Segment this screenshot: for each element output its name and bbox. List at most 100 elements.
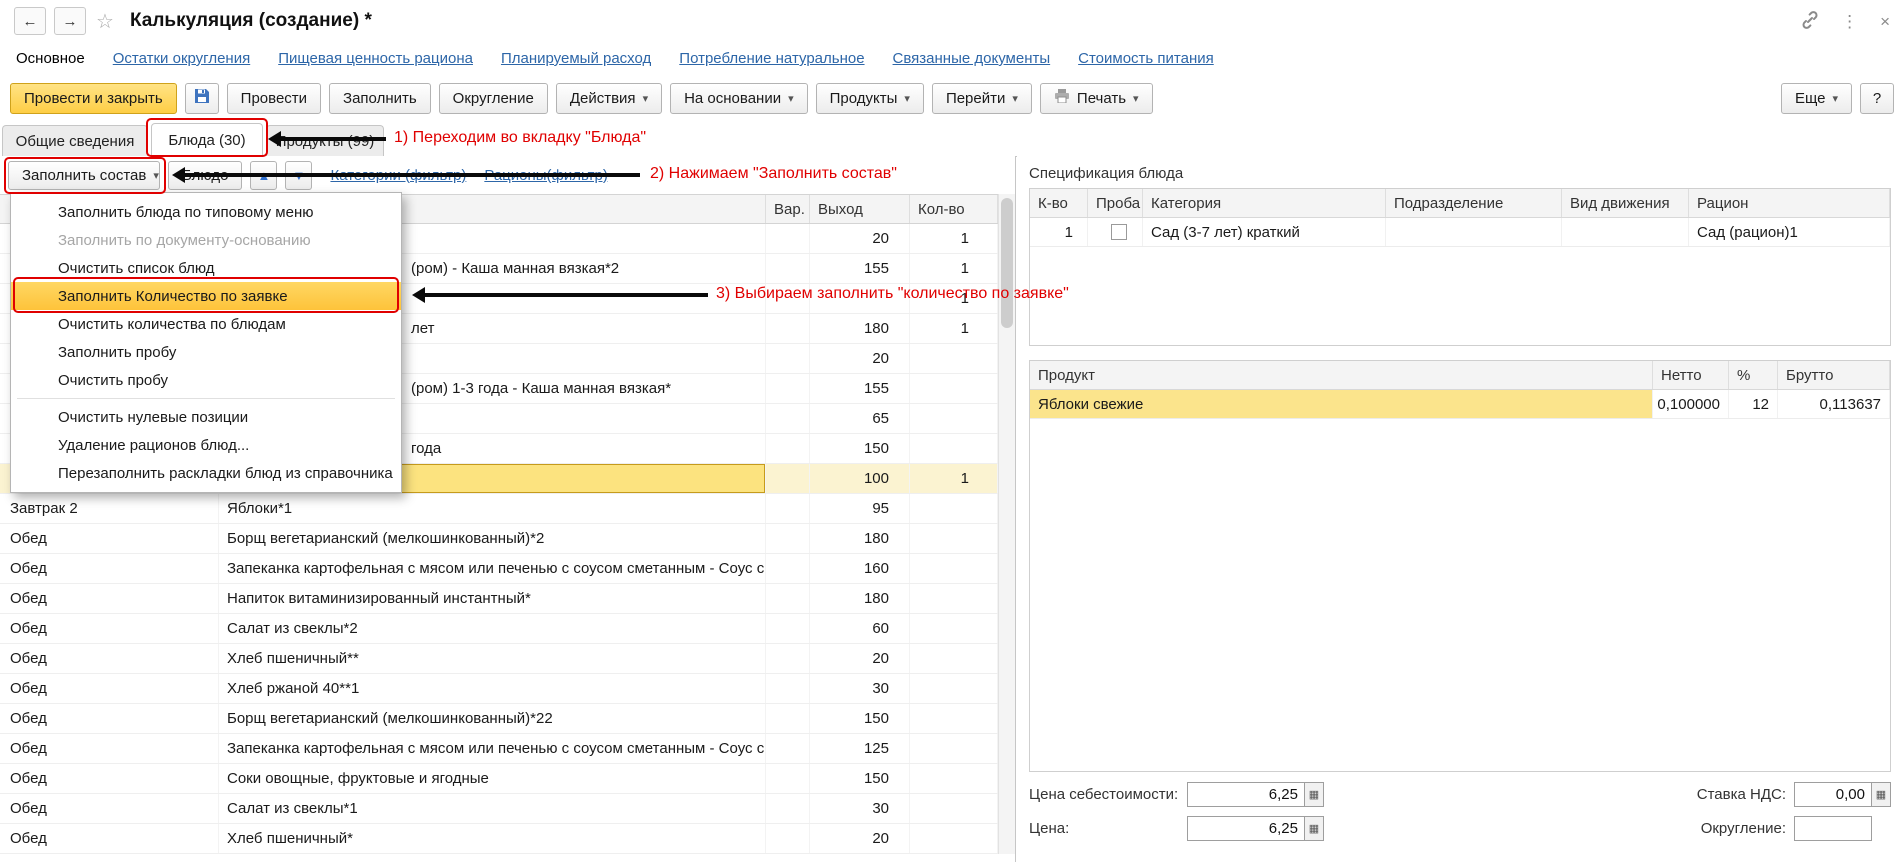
nav-link[interactable]: Планируемый расход (501, 50, 651, 67)
dish-variant-cell (766, 344, 810, 373)
calculator-icon[interactable]: ▦ (1305, 782, 1324, 807)
more-menu-icon[interactable]: ⋮ (1841, 13, 1858, 30)
cost-price-label: Цена себестоимости: (1029, 786, 1187, 803)
dish-row[interactable]: Обед Соки овощные, фруктовые и ягодные 1… (0, 764, 998, 794)
move-down-button[interactable]: ▼ (285, 161, 312, 190)
favorite-star-icon[interactable]: ☆ (96, 9, 114, 34)
vertical-scrollbar[interactable] (998, 194, 1015, 854)
dish-variant-cell (766, 674, 810, 703)
dish-name-cell: Хлеб ржаной 40**1 (219, 674, 766, 703)
menu-item[interactable]: Заполнить пробу (11, 338, 401, 366)
help-button[interactable]: ? (1860, 83, 1894, 114)
dish-row[interactable]: Обед Борщ вегетарианский (мелкошинкованн… (0, 524, 998, 554)
dish-meal-cell: Обед (0, 644, 219, 673)
dish-row[interactable]: Обед Салат из свеклы*2 60 (0, 614, 998, 644)
document-tabs: Общие сведения Блюда (30) Продукты (99) (0, 121, 1904, 157)
menu-item[interactable]: Заполнить по документу-основанию (11, 226, 401, 254)
tab-dishes[interactable]: Блюда (30) (151, 123, 263, 157)
dish-meal-cell: Обед (0, 824, 219, 853)
specification-pane: Спецификация блюда К-во Проба Категория … (1017, 156, 1904, 862)
dish-row[interactable]: Обед Хлеб пшеничный* 20 (0, 824, 998, 854)
calculator-icon[interactable]: ▦ (1872, 782, 1891, 807)
dish-row[interactable]: Обед Борщ вегетарианский (мелкошинкованн… (0, 704, 998, 734)
dish-row[interactable]: Завтрак 2 Яблоки*1 95 (0, 494, 998, 524)
menu-item[interactable]: Очистить пробу (11, 366, 401, 394)
dish-meal-cell: Обед (0, 704, 219, 733)
titlebar: ← → ☆ Калькуляция (создание) * ⋮ × (0, 0, 1904, 42)
rations-filter-link[interactable]: Рационы(фильтр) (484, 167, 608, 184)
proba-checkbox[interactable] (1111, 224, 1127, 240)
chevron-down-icon: ▾ (153, 169, 159, 182)
column-header-proba: Проба (1088, 189, 1143, 217)
vat-rate-input[interactable] (1794, 782, 1872, 807)
menu-item[interactable]: Перезаполнить раскладки блюд из справочн… (11, 459, 401, 487)
tab-products[interactable]: Продукты (99) (266, 125, 384, 156)
nav-link[interactable]: Связанные документы (893, 50, 1051, 67)
dish-row[interactable]: Обед Хлеб пшеничный** 20 (0, 644, 998, 674)
dish-variant-cell (766, 284, 810, 313)
nav-link[interactable]: Пищевая ценность рациона (278, 50, 473, 67)
dish-row[interactable]: Обед Напиток витаминизированный инстантн… (0, 584, 998, 614)
dish-button[interactable]: Блюдо (168, 161, 242, 190)
product-row[interactable]: Яблоки свежие 0,100000 12 0,113637 (1030, 390, 1890, 419)
menu-item[interactable]: Очистить список блюд (11, 254, 401, 282)
nav-link[interactable]: Потребление натуральное (679, 50, 864, 67)
spec-movement-cell (1562, 218, 1689, 246)
scrollbar-thumb[interactable] (1001, 198, 1013, 328)
nav-link[interactable]: Остатки округления (113, 50, 250, 67)
nav-link[interactable]: Стоимость питания (1078, 50, 1214, 67)
rounding-input[interactable] (1794, 816, 1872, 841)
dish-row[interactable]: Обед Хлеб ржаной 40**1 30 (0, 674, 998, 704)
post-and-close-button[interactable]: Провести и закрыть (10, 83, 177, 114)
dish-row[interactable]: Обед Запеканка картофельная с мясом или … (0, 554, 998, 584)
column-header-department: Подразделение (1386, 189, 1562, 217)
back-button[interactable]: ← (14, 7, 46, 35)
dish-row[interactable]: Обед Салат из свеклы*1 30 (0, 794, 998, 824)
spec-header-data-row[interactable]: 1 Сад (3-7 лет) краткий Сад (рацион)1 (1030, 218, 1890, 247)
command-toolbar: Провести и закрыть Провести Заполнить Ок… (0, 75, 1904, 121)
actions-dropdown-button[interactable]: Действия▾ (556, 83, 662, 114)
specification-products-table: Продукт Нетто % Брутто Яблоки свежие 0,1… (1029, 360, 1891, 772)
dish-qty-cell (910, 494, 998, 523)
move-up-button[interactable]: ▲ (250, 161, 277, 190)
fill-button[interactable]: Заполнить (329, 83, 431, 114)
menu-item[interactable]: Заполнить блюда по типовому меню (11, 198, 401, 226)
vat-rate-label: Ставка НДС: (1697, 786, 1786, 803)
based-on-dropdown-button[interactable]: На основании▾ (670, 83, 808, 114)
fill-structure-dropdown-button[interactable]: Заполнить состав▾ (8, 161, 160, 190)
post-button[interactable]: Провести (227, 83, 321, 114)
spec-header-row: К-во Проба Категория Подразделение Вид д… (1030, 189, 1890, 218)
categories-filter-link[interactable]: Категории (фильтр) (330, 167, 466, 184)
dish-qty-cell (910, 764, 998, 793)
print-dropdown-button[interactable]: Печать▾ (1040, 83, 1153, 114)
close-icon[interactable]: × (1880, 13, 1890, 30)
menu-item-label: Заполнить Количество по заявке (58, 288, 288, 305)
menu-item[interactable]: Очистить количества по блюдам (11, 310, 401, 338)
calculator-icon[interactable]: ▦ (1305, 816, 1324, 841)
products-dropdown-button[interactable]: Продукты▾ (816, 83, 924, 114)
more-dropdown-button[interactable]: Еще▾ (1781, 83, 1852, 114)
forward-button[interactable]: → (54, 7, 86, 35)
spec-kvo-cell: 1 (1030, 218, 1088, 246)
dish-row[interactable]: Обед Запеканка картофельная с мясом или … (0, 734, 998, 764)
down-arrow-icon: ▼ (293, 168, 306, 183)
menu-item[interactable]: Удаление рационов блюд... (11, 431, 401, 459)
chevron-down-icon: ▾ (1133, 92, 1139, 105)
nav-item-main[interactable]: Основное (16, 50, 85, 67)
dish-qty-cell (910, 734, 998, 763)
dish-name-cell: Запеканка картофельная с мясом или печен… (219, 734, 766, 763)
save-button[interactable] (185, 83, 219, 114)
menu-item[interactable]: Очистить нулевые позиции (11, 403, 401, 431)
rounding-button[interactable]: Округление (439, 83, 548, 114)
price-input[interactable] (1187, 816, 1305, 841)
dish-meal-cell: Обед (0, 554, 219, 583)
spec-proba-cell (1088, 218, 1143, 246)
goto-dropdown-button[interactable]: Перейти▾ (932, 83, 1032, 114)
dish-output-cell: 20 (810, 644, 910, 673)
menu-item[interactable]: Заполнить Количество по заявке (11, 282, 401, 310)
tab-general-info[interactable]: Общие сведения (2, 125, 148, 156)
dish-variant-cell (766, 434, 810, 463)
cost-price-input[interactable] (1187, 782, 1305, 807)
link-icon[interactable] (1801, 11, 1819, 32)
menu-item-label: Заполнить по документу-основанию (58, 232, 311, 249)
